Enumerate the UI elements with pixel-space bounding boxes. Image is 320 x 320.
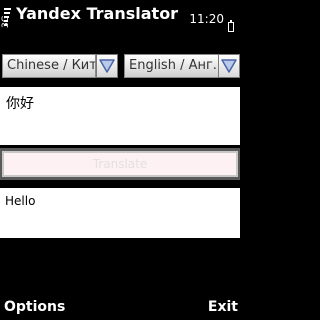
- options-softkey[interactable]: Options: [4, 299, 65, 315]
- source-language-select[interactable]: Chinese / Кит...: [2, 54, 96, 78]
- app-title: Yandex Translator: [16, 4, 179, 23]
- translation-result: Hello: [0, 188, 240, 238]
- source-text-input[interactable]: 你好: [0, 87, 240, 145]
- clock: 11:20: [189, 12, 224, 26]
- chevron-down-icon: [99, 59, 115, 73]
- network-type-label: 3G: [1, 15, 11, 28]
- target-language-select[interactable]: English / Анг...: [124, 54, 220, 78]
- battery-icon: [228, 20, 234, 32]
- translate-button-container: Translate: [0, 148, 240, 180]
- target-language-dropdown-button[interactable]: [218, 54, 240, 78]
- language-selector-row: Chinese / Кит... English / Анг...: [0, 54, 240, 80]
- source-language-dropdown-button[interactable]: [96, 54, 118, 78]
- status-bar: 3G Yandex Translator 11:20: [0, 0, 240, 50]
- chevron-down-icon: [221, 59, 237, 73]
- exit-softkey[interactable]: Exit: [208, 299, 238, 315]
- translate-button[interactable]: Translate: [2, 151, 238, 177]
